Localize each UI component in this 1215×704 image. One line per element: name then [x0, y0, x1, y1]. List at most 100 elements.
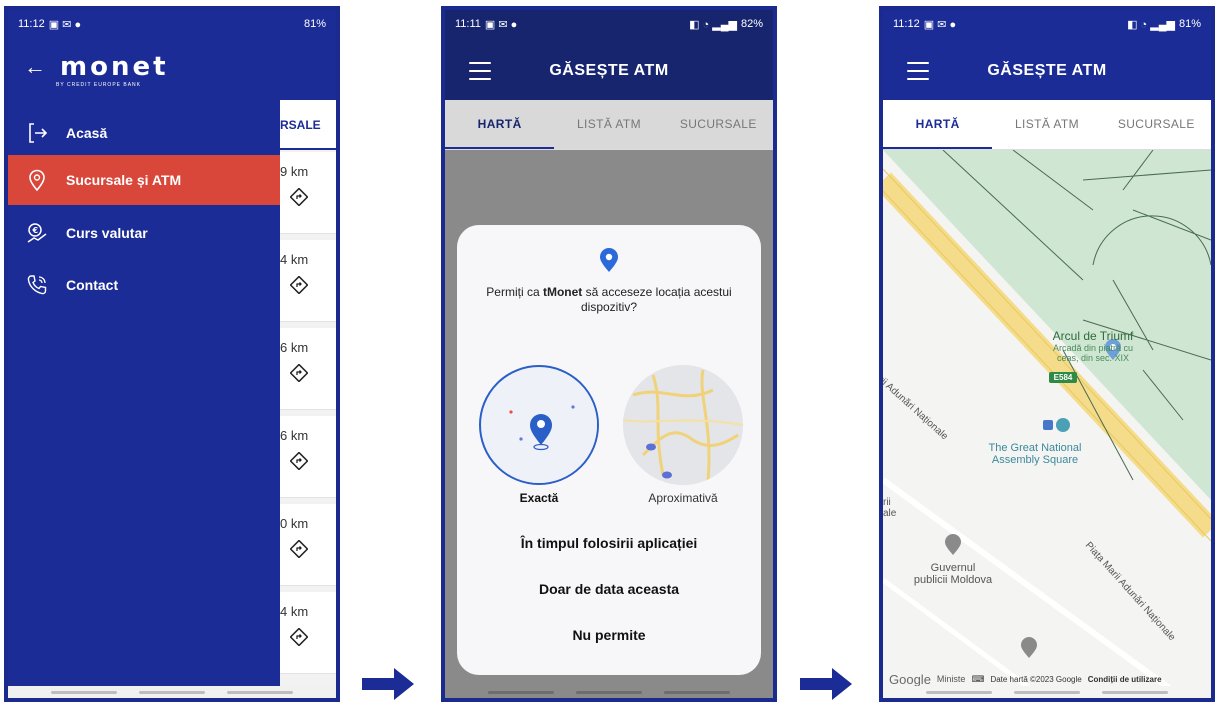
distance-label: 9 km — [280, 164, 309, 179]
precise-label: Exactă — [519, 491, 559, 505]
menu-item-label: Sucursale și ATM — [66, 172, 182, 188]
directions-icon[interactable] — [290, 628, 308, 646]
list-item[interactable]: 6 km — [280, 416, 336, 498]
allow-while-using-button[interactable]: În timpul folosirii aplicației — [457, 535, 761, 551]
fragment-line2: ale — [883, 508, 897, 519]
navigation-drawer: 11:12 ▣ ✉ ● ← monet BY CREDIT EUROPE BANK… — [8, 10, 280, 686]
distance-label: 4 km — [280, 604, 309, 619]
page-title: GĂSEȘTE ATM — [549, 62, 669, 79]
system-nav-bar[interactable] — [883, 686, 1211, 698]
status-bar: 11:11 ▣ ✉ ● ◧ ◔ ▂▄▆ 82% — [445, 10, 773, 38]
phone-screen-map: 11:12 ▣ ✉ ● ◧ ◔ ▂▄▆ 81% GĂSEȘTE ATM HARTĂ … — [879, 6, 1215, 702]
tab-sucursale-partial[interactable]: RSALE — [280, 100, 336, 150]
menu-item-label: Acasă — [66, 125, 108, 141]
directions-icon[interactable] — [290, 452, 308, 470]
map-label-square: The Great National Assembly Square — [965, 442, 1105, 466]
keyboard-icon[interactable]: ⌨ — [971, 674, 984, 685]
app-name: tMonet — [542, 285, 583, 299]
question-prefix: Permiți ca — [486, 285, 543, 299]
notification-icons: ▣ ✉ ● — [923, 18, 957, 31]
square-line2: Assembly Square — [991, 454, 1079, 466]
status-time: 11:12 — [893, 18, 920, 30]
deny-button[interactable]: Nu permite — [457, 627, 761, 643]
allow-once-button[interactable]: Doar de data aceasta — [457, 581, 761, 597]
notification-icons: ▣ ✉ ● — [484, 18, 518, 31]
status-bar: 11:12 ▣ ✉ ● ◧ ◔ ▂▄▆ 81% — [883, 10, 1211, 38]
approximate-location-option[interactable] — [623, 365, 743, 485]
logo-wordmark: monet — [60, 52, 169, 82]
menu-item-curs-valutar[interactable]: € Curs valutar — [8, 208, 280, 258]
distance-label: 6 km — [280, 340, 309, 355]
signal-icons: ◧ ◔ ▂▄▆ — [1127, 18, 1175, 31]
list-item[interactable]: 6 km — [280, 328, 336, 410]
system-nav-bar[interactable] — [445, 686, 773, 698]
map-label-fragment: rii ale — [883, 497, 913, 519]
battery-level: 81% — [1178, 18, 1201, 30]
tab-harta[interactable]: HARTĂ — [445, 100, 555, 149]
menu-item-sucursale-atm[interactable]: Sucursale și ATM — [8, 155, 280, 205]
status-time: 11:12 — [18, 18, 45, 30]
road-badge: E584 — [1053, 373, 1073, 382]
directions-icon[interactable] — [290, 540, 308, 558]
terms-link[interactable]: Condiții de utilizare — [1088, 675, 1162, 684]
menu-item-contact[interactable]: Contact — [8, 260, 280, 310]
map-label-ministry: Ministe — [936, 674, 966, 684]
map-label-arc: Arcul de Triumf — [1052, 329, 1134, 343]
tab-harta[interactable]: HARTĂ — [883, 100, 993, 149]
notification-icons: ▣ ✉ ● — [48, 18, 82, 31]
location-permission-dialog: Permiți ca tMonet să acceseze locația ac… — [457, 225, 761, 675]
system-nav-bar[interactable] — [8, 686, 336, 698]
svg-text:€: € — [32, 226, 39, 235]
arc-desc-line2: ceas, din sec. XIX — [1056, 353, 1130, 363]
permission-question: Permiți ca tMonet să acceseze locația ac… — [471, 285, 747, 315]
precise-map-illustration — [483, 369, 597, 483]
menu-item-acasa[interactable]: Acasă — [8, 108, 280, 158]
google-logo: Google — [889, 671, 931, 687]
map-view[interactable]: Arcul de Triumf Arcadă din piatră cu cea… — [883, 150, 1211, 698]
government-line2: publicii Moldova — [913, 574, 993, 586]
list-item[interactable]: 0 km — [280, 504, 336, 586]
approximate-label: Aproximativă — [648, 491, 718, 505]
app-bar: 11:11 ▣ ✉ ● ◧ ◔ ▂▄▆ 82% GĂSEȘTE ATM — [445, 10, 773, 100]
tab-lista-atm[interactable]: LISTĂ ATM — [554, 100, 663, 149]
location-pin-icon — [24, 167, 50, 193]
location-pin-icon — [600, 248, 618, 272]
tab-sucursale[interactable]: SUCURSALE — [1102, 100, 1211, 149]
phone-screen-menu: RSALE 9 km 4 km 6 km 6 km 0 km 4 km 11:1… — [4, 6, 340, 702]
battery-level: 82% — [740, 18, 763, 30]
square-line1: The Great National — [988, 442, 1082, 454]
flow-arrow-icon — [362, 668, 414, 700]
app-bar: 11:12 ▣ ✉ ● ◧ ◔ ▂▄▆ 81% GĂSEȘTE ATM — [883, 10, 1211, 100]
precise-location-option[interactable] — [479, 365, 599, 485]
back-arrow-icon[interactable]: ← — [24, 54, 46, 80]
tab-bar: HARTĂ LISTĂ ATM SUCURSALE — [883, 100, 1211, 150]
distance-label: 4 km — [280, 252, 309, 267]
distance-label: 6 km — [280, 428, 309, 443]
monet-logo: ← monet BY CREDIT EUROPE BANK — [24, 52, 169, 88]
logout-arrow-icon — [24, 120, 50, 146]
flow-arrow-icon — [800, 668, 852, 700]
background-list: RSALE 9 km 4 km 6 km 6 km 0 km 4 km — [280, 100, 336, 698]
tab-sucursale[interactable]: SUCURSALE — [664, 100, 773, 149]
tab-bar: HARTĂ LISTĂ ATM SUCURSALE — [445, 100, 773, 150]
logo-subtitle: BY CREDIT EUROPE BANK — [56, 82, 141, 88]
question-suffix: să acceseze locația acestui dispozitiv? — [580, 285, 732, 314]
directions-icon[interactable] — [290, 276, 308, 294]
tab-lista-atm[interactable]: LISTĂ ATM — [992, 100, 1101, 149]
page-title: GĂSEȘTE ATM — [987, 62, 1107, 79]
map-copyright: Date hartă ©2023 Google — [990, 674, 1082, 684]
menu-item-label: Contact — [66, 277, 119, 293]
list-item[interactable]: 4 km — [280, 592, 336, 674]
fragment-line1: rii — [883, 497, 891, 508]
list-item[interactable]: 4 km — [280, 240, 336, 322]
distance-label: 0 km — [280, 516, 309, 531]
battery-level: 81% — [303, 18, 326, 30]
directions-icon[interactable] — [290, 364, 308, 382]
status-bar-right: 81% — [266, 10, 336, 38]
directions-icon[interactable] — [290, 188, 308, 206]
phone-icon — [24, 272, 50, 298]
list-item[interactable]: 9 km — [280, 152, 336, 234]
currency-exchange-icon: € — [24, 220, 50, 246]
phone-screen-permission: 11:11 ▣ ✉ ● ◧ ◔ ▂▄▆ 82% GĂSEȘTE ATM HARTĂ … — [441, 6, 777, 702]
signal-icons: ◧ ◔ ▂▄▆ — [689, 18, 737, 31]
